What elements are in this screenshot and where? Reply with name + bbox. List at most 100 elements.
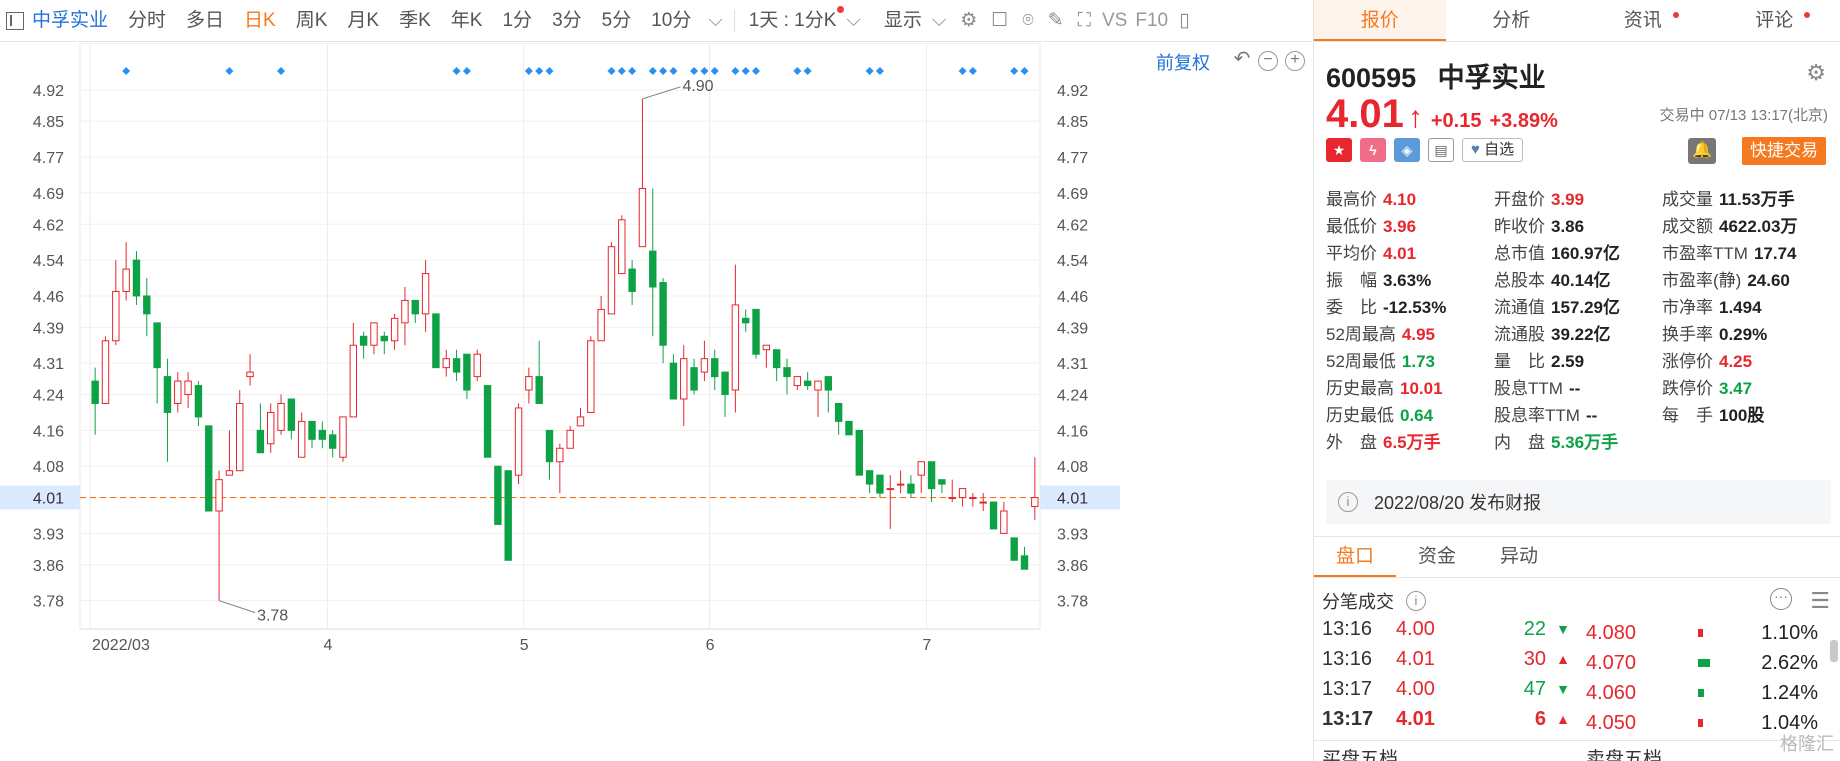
candle-body[interactable]: [752, 308, 760, 355]
event-marker[interactable]: [524, 67, 533, 75]
tab-quote[interactable]: 报价: [1314, 0, 1446, 41]
candle-body[interactable]: [680, 358, 688, 400]
candle-body[interactable]: [917, 461, 925, 476]
tab-order-book[interactable]: 盘口: [1314, 537, 1397, 577]
candle-body[interactable]: [824, 376, 833, 391]
tab-multi-day[interactable]: 多日: [176, 0, 234, 42]
tab-daily-k[interactable]: 日K: [234, 0, 286, 42]
square-outline-icon[interactable]: ☐: [984, 0, 1015, 42]
candle-body[interactable]: [814, 380, 822, 391]
event-marker[interactable]: [628, 67, 637, 75]
candle-body[interactable]: [411, 299, 419, 315]
candle-body[interactable]: [236, 402, 244, 472]
event-marker[interactable]: [462, 67, 471, 75]
candle-body[interactable]: [112, 290, 120, 342]
candle-body[interactable]: [638, 187, 647, 248]
event-marker[interactable]: [793, 67, 802, 75]
candle-body[interactable]: [225, 470, 234, 476]
candle-body[interactable]: [205, 425, 213, 512]
f10-button[interactable]: F10: [1131, 0, 1172, 42]
candle-body[interactable]: [783, 367, 791, 378]
candle-body[interactable]: [421, 273, 430, 315]
info-icon[interactable]: i: [1406, 591, 1426, 611]
candle-body[interactable]: [772, 349, 781, 369]
zoom-out-icon[interactable]: −: [1258, 51, 1278, 71]
event-marker[interactable]: [710, 67, 719, 75]
candle-body[interactable]: [566, 429, 574, 449]
candle-body[interactable]: [184, 380, 192, 396]
candle-body[interactable]: [359, 335, 368, 346]
candle-body[interactable]: [153, 322, 161, 369]
event-marker[interactable]: [731, 67, 740, 75]
event-marker[interactable]: [535, 67, 544, 75]
event-marker[interactable]: [958, 67, 967, 75]
candle-body[interactable]: [979, 501, 987, 504]
adjust-mode-button[interactable]: 前复权: [1156, 49, 1210, 75]
candle-body[interactable]: [318, 429, 327, 440]
sidebar-toggle-icon[interactable]: [6, 11, 24, 30]
candle-body[interactable]: [700, 358, 709, 373]
more-options-icon[interactable]: ···: [1770, 588, 1792, 610]
event-marker[interactable]: [690, 67, 699, 75]
candle-body[interactable]: [297, 420, 306, 458]
tab-yearly-k[interactable]: 年K: [441, 0, 493, 42]
candle-body[interactable]: [896, 483, 905, 486]
candle-body[interactable]: [855, 429, 863, 476]
candle-body[interactable]: [132, 259, 141, 297]
undo-icon[interactable]: ↶: [1232, 49, 1252, 71]
event-marker[interactable]: [700, 67, 709, 75]
candle-body[interactable]: [803, 380, 812, 387]
candle-body[interactable]: [649, 250, 657, 288]
candle-body[interactable]: [256, 429, 265, 454]
candle-body[interactable]: [401, 299, 409, 324]
candle-body[interactable]: [504, 470, 512, 561]
list-icon[interactable]: ☰: [1810, 588, 1830, 614]
candle-body[interactable]: [1000, 510, 1008, 534]
stock-name-tab[interactable]: 中孚实业: [24, 0, 118, 42]
candle-body[interactable]: [91, 380, 99, 404]
candle-body[interactable]: [669, 362, 678, 400]
event-marker[interactable]: [122, 67, 131, 75]
candle-body[interactable]: [308, 420, 316, 440]
add-watchlist-button[interactable]: ♥ 自选: [1462, 138, 1524, 162]
event-marker[interactable]: [277, 67, 286, 75]
candle-body[interactable]: [721, 371, 729, 396]
tag-icon[interactable]: ◈: [1394, 138, 1420, 162]
tab-quarterly-k[interactable]: 季K: [389, 0, 441, 42]
candle-body[interactable]: [514, 407, 523, 476]
candle-body[interactable]: [163, 376, 172, 413]
lightning-icon[interactable]: ϟ: [1360, 138, 1386, 162]
candle-body[interactable]: [473, 353, 481, 378]
gear-icon[interactable]: ⚙: [1806, 60, 1826, 86]
event-marker[interactable]: [648, 67, 657, 75]
event-marker[interactable]: [752, 67, 761, 75]
candle-body[interactable]: [886, 488, 894, 491]
bell-icon[interactable]: 🔔: [1688, 138, 1716, 164]
candle-body[interactable]: [969, 497, 977, 500]
tab-1min[interactable]: 1分: [492, 0, 542, 42]
candle-body[interactable]: [1010, 537, 1018, 561]
period-select[interactable]: 1天 : 1分K: [739, 0, 847, 42]
tab-abnormal[interactable]: 异动: [1478, 537, 1560, 577]
candle-body[interactable]: [948, 497, 956, 500]
tab-news[interactable]: 资讯: [1577, 0, 1709, 41]
candle-body[interactable]: [122, 268, 130, 292]
candle-body[interactable]: [742, 317, 750, 324]
candle-body[interactable]: [143, 295, 151, 315]
candle-body[interactable]: [762, 344, 771, 351]
candle-body[interactable]: [390, 317, 399, 342]
candle-body[interactable]: [483, 385, 492, 458]
candle-body[interactable]: [494, 465, 502, 525]
candle-body[interactable]: [215, 479, 223, 512]
candle-body[interactable]: [452, 358, 461, 373]
candle-body[interactable]: [628, 268, 636, 292]
tab-5min[interactable]: 5分: [592, 0, 642, 42]
candle-body[interactable]: [380, 335, 388, 342]
candle-body[interactable]: [618, 219, 626, 275]
tab-3min[interactable]: 3分: [542, 0, 592, 42]
candle-body[interactable]: [587, 340, 595, 413]
candle-body[interactable]: [793, 376, 802, 387]
tab-10min[interactable]: 10分: [641, 0, 701, 42]
candle-body[interactable]: [545, 429, 554, 463]
candle-body[interactable]: [576, 416, 585, 427]
